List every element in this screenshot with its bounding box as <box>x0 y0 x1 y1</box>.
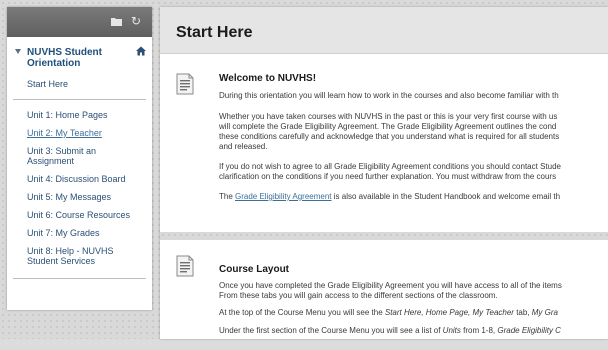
text-line: and released. <box>219 142 268 151</box>
page-title: Start Here <box>176 24 253 41</box>
folder-icon[interactable] <box>111 16 122 29</box>
course-title-row[interactable]: NUVHS Student Orientation <box>7 37 152 69</box>
paragraph: Whether you have taken courses with NUVH… <box>219 112 608 152</box>
item-title[interactable]: Welcome to NUVHS! <box>219 73 316 84</box>
text-line: these conditions carefully and acknowled… <box>219 132 560 141</box>
paragraph: If you do not wish to agree to all Grade… <box>219 162 608 182</box>
text-fragment-italic: Units <box>442 326 461 335</box>
text-line: At the top of the Course Menu you will s… <box>219 308 608 318</box>
refresh-icon[interactable]: ↻ <box>131 14 141 28</box>
menu-item-unit-4[interactable]: Unit 4: Discussion Board <box>7 174 152 184</box>
document-icon <box>176 255 194 277</box>
text-fragment: is also available in the Student Handboo… <box>331 192 561 201</box>
course-title[interactable]: NUVHS Student Orientation <box>27 47 134 69</box>
paragraph: Once you have completed the Grade Eligib… <box>219 281 608 301</box>
text-fragment: Under the first section of the Course Me… <box>219 326 443 335</box>
menu-item-start-here[interactable]: Start Here <box>7 79 152 89</box>
paragraph: At the top of the Course Menu you will s… <box>219 308 608 318</box>
menu-item-unit-2[interactable]: Unit 2: My Teacher <box>7 128 152 138</box>
text-line: If you do not wish to agree to all Grade… <box>219 162 561 171</box>
menu-item-unit-3[interactable]: Unit 3: Submit an Assignment <box>7 146 143 166</box>
text-line: Whether you have taken courses with NUVH… <box>219 112 558 121</box>
text-line: Under the first section of the Course Me… <box>219 326 608 336</box>
grade-eligibility-agreement-link[interactable]: Grade Eligibility Agreement <box>235 192 332 201</box>
course-menu: ↻ NUVHS Student Orientation Start Here U… <box>7 7 152 310</box>
collapse-arrow-icon[interactable] <box>15 49 21 54</box>
text-line: will complete the Grade Eligibility Agre… <box>219 122 557 131</box>
paragraph: Under the first section of the Course Me… <box>219 326 608 336</box>
text-fragment: from 1-8, <box>460 326 498 335</box>
home-icon[interactable] <box>136 46 146 56</box>
text-fragment: At the top of the Course Menu you will s… <box>219 308 385 317</box>
course-menu-toolbar: ↻ <box>7 7 152 37</box>
page-header: Start Here <box>160 7 608 54</box>
item-title[interactable]: Course Layout <box>219 264 289 275</box>
text-line: From these tabs you will gain access to … <box>219 291 498 300</box>
paragraph: The Grade Eligibility Agreement is also … <box>219 192 608 202</box>
menu-item-unit-6[interactable]: Unit 6: Course Resources <box>7 210 152 220</box>
menu-item-unit-1[interactable]: Unit 1: Home Pages <box>7 110 152 120</box>
item-separator <box>160 232 608 240</box>
menu-divider-bottom <box>13 278 146 279</box>
text-line: clarification on the conditions if you n… <box>219 172 557 181</box>
text-fragment-italic: Grade Eligibility C <box>497 326 561 335</box>
content-area: Start Here Welcome to NUVHS! During this… <box>160 7 608 339</box>
content-item-welcome: Welcome to NUVHS! During this orientatio… <box>160 60 608 225</box>
text-line: During this orientation you will learn h… <box>219 91 559 100</box>
menu-item-unit-8[interactable]: Unit 8: Help - NUVHS Student Services <box>7 246 143 266</box>
text-line: Once you have completed the Grade Eligib… <box>219 281 562 290</box>
content-item-course-layout: Course Layout Once you have completed th… <box>160 240 608 350</box>
menu-item-unit-7[interactable]: Unit 7: My Grades <box>7 228 152 238</box>
document-icon <box>176 73 194 95</box>
text-fragment-italic: My Gra <box>531 308 558 317</box>
text-fragment: tab, <box>513 308 532 317</box>
menu-item-unit-5[interactable]: Unit 5: My Messages <box>7 192 152 202</box>
text-fragment-italic: Start Here, Home Page, My Teacher <box>384 308 514 317</box>
paragraph: During this orientation you will learn h… <box>219 91 608 101</box>
text-fragment: The <box>219 192 236 201</box>
text-line: The Grade Eligibility Agreement is also … <box>219 192 608 202</box>
menu-divider <box>13 99 146 100</box>
